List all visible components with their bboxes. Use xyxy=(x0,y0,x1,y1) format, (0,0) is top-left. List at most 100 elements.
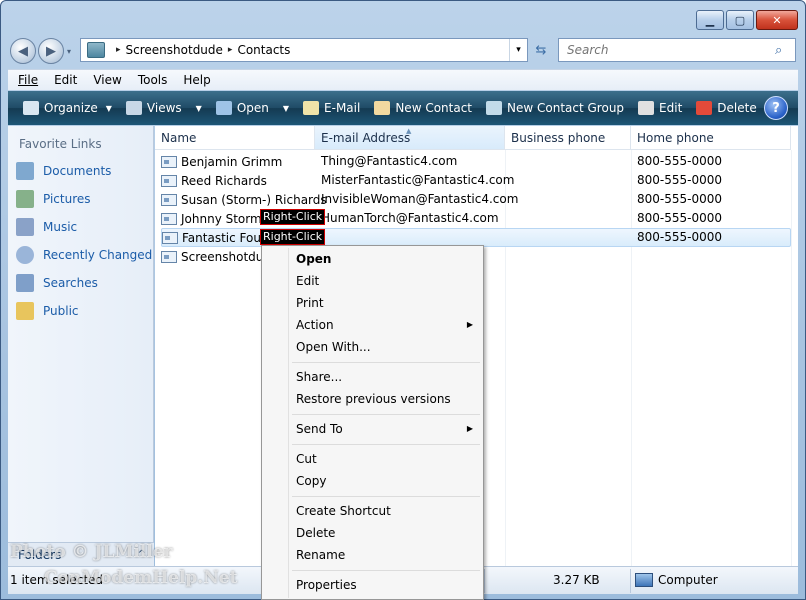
menu-item-print[interactable]: Print xyxy=(296,296,324,310)
column-header-home-phone[interactable]: Home phone xyxy=(631,126,791,150)
nav-link-label: Documents xyxy=(43,164,112,178)
menu-separator xyxy=(292,362,480,363)
forward-button[interactable]: ▶ xyxy=(38,38,64,64)
delete-button[interactable]: Delete xyxy=(689,91,763,125)
edit-label: Edit xyxy=(659,101,683,115)
menu-item-action[interactable]: Action xyxy=(296,318,334,332)
breadcrumb-separator-icon[interactable]: ▸ xyxy=(228,45,233,55)
contact-icon xyxy=(161,174,177,187)
new-contact-group-icon xyxy=(486,101,503,115)
computer-icon xyxy=(635,573,653,587)
views-icon xyxy=(125,101,142,115)
menu-edit[interactable]: Edit xyxy=(54,73,77,87)
nav-link-label: Searches xyxy=(43,276,98,290)
contact-name: Fantastic Four xyxy=(182,230,266,245)
address-dropdown-icon[interactable]: ▾ xyxy=(509,39,527,61)
status-divider xyxy=(484,569,485,593)
contact-icon xyxy=(161,212,177,225)
new-contact-group-label: New Contact Group xyxy=(507,101,625,115)
back-button[interactable]: ◀ xyxy=(10,38,36,64)
submenu-arrow-icon: ▶ xyxy=(466,424,473,433)
submenu-arrow-icon: ▶ xyxy=(466,320,473,329)
search-input[interactable] xyxy=(565,42,775,58)
edit-button[interactable]: Edit xyxy=(631,91,689,125)
help-icon: ? xyxy=(772,100,780,116)
nav-link-recently-changed[interactable]: Recently Changed xyxy=(16,246,152,264)
menu-item-cut[interactable]: Cut xyxy=(296,452,317,466)
menu-item-open[interactable]: Open xyxy=(296,252,331,266)
menu-item-open-with[interactable]: Open With... xyxy=(296,340,371,354)
menu-item-create-shortcut[interactable]: Create Shortcut xyxy=(296,504,391,518)
refresh-icon: ⇆ xyxy=(535,42,547,58)
nav-link-public[interactable]: Public xyxy=(16,302,79,320)
music-icon xyxy=(16,218,34,236)
contact-email: MisterFantastic@Fantastic4.com xyxy=(321,173,515,187)
email-label: E-Mail xyxy=(324,101,361,115)
maximize-button[interactable]: ▢ xyxy=(726,10,754,30)
new-contact-icon xyxy=(374,101,391,115)
menu-item-properties[interactable]: Properties xyxy=(296,578,357,592)
recently-changed-icon xyxy=(16,246,34,264)
contact-home-phone: 800-555-0000 xyxy=(637,230,723,244)
right-click-annotation: Right-Click xyxy=(260,209,326,225)
nav-link-searches[interactable]: Searches xyxy=(16,274,98,292)
nav-link-music[interactable]: Music xyxy=(16,218,77,236)
organize-button[interactable]: Organize ▼ xyxy=(16,91,119,125)
nav-link-pictures[interactable]: Pictures xyxy=(16,190,91,208)
contact-name: Reed Richards xyxy=(181,173,267,188)
minimize-button[interactable]: ▁ xyxy=(696,10,724,30)
column-divider xyxy=(791,150,792,566)
nav-link-label: Public xyxy=(43,304,79,318)
chevron-down-icon: ▼ xyxy=(282,103,290,113)
recent-pages-dropdown[interactable]: ▾ xyxy=(67,47,71,56)
menu-view[interactable]: View xyxy=(93,73,121,87)
menu-item-edit[interactable]: Edit xyxy=(296,274,319,288)
menu-item-rename[interactable]: Rename xyxy=(296,548,345,562)
navigation-pane: Favorite Links Documents Pictures Music … xyxy=(8,126,154,566)
address-bar[interactable]: ▸ Screenshotdude ▸ Contacts ▾ xyxy=(80,38,528,62)
nav-link-documents[interactable]: Documents xyxy=(16,162,111,180)
column-header-name[interactable]: Name xyxy=(155,126,315,150)
new-contact-button[interactable]: New Contact xyxy=(367,91,479,125)
menu-separator xyxy=(292,414,480,415)
new-contact-group-button[interactable]: New Contact Group xyxy=(479,91,631,125)
menu-tools[interactable]: Tools xyxy=(138,73,168,87)
menu-item-delete[interactable]: Delete xyxy=(296,526,335,540)
email-button[interactable]: E-Mail xyxy=(296,91,367,125)
close-button[interactable]: ✕ xyxy=(756,10,798,30)
contact-icon xyxy=(161,155,177,168)
breadcrumb-contacts[interactable]: Contacts xyxy=(237,43,290,57)
open-button[interactable]: Open ▼ xyxy=(209,91,296,125)
menu-file[interactable]: File xyxy=(18,73,38,87)
breadcrumb-screenshotdude[interactable]: Screenshotdude xyxy=(126,43,223,57)
contact-name: Benjamin Grimm xyxy=(181,154,283,169)
help-button[interactable]: ? xyxy=(764,96,788,120)
contact-name: Susan (Storm-) Richards xyxy=(181,192,327,207)
search-icon[interactable]: ⌕ xyxy=(775,43,795,58)
new-contact-label: New Contact xyxy=(395,101,473,115)
menu-separator xyxy=(292,570,480,571)
favorite-links-heading: Favorite Links xyxy=(19,137,102,151)
menu-item-restore-previous-versions[interactable]: Restore previous versions xyxy=(296,392,451,406)
watermark-text: Photo © JLMiller xyxy=(10,542,173,562)
breadcrumb-separator-icon[interactable]: ▸ xyxy=(116,45,121,55)
menu-item-copy[interactable]: Copy xyxy=(296,474,326,488)
location-label: Computer xyxy=(658,573,718,587)
delete-label: Delete xyxy=(717,101,757,115)
contacts-folder-icon xyxy=(87,42,105,58)
contact-home-phone: 800-555-0000 xyxy=(637,211,723,225)
contact-name: Johnny Storm xyxy=(181,211,262,226)
contact-home-phone: 800-555-0000 xyxy=(637,192,723,206)
column-header-business-phone[interactable]: Business phone xyxy=(505,126,631,150)
menu-help[interactable]: Help xyxy=(183,73,210,87)
search-box[interactable]: ⌕ xyxy=(558,38,796,62)
refresh-button[interactable]: ⇆ xyxy=(529,38,553,62)
nav-link-label: Pictures xyxy=(43,192,91,206)
chevron-down-icon: ▼ xyxy=(195,103,202,113)
contact-email: HumanTorch@Fantastic4.com xyxy=(321,211,499,225)
menu-item-share[interactable]: Share... xyxy=(296,370,342,384)
contact-icon xyxy=(161,193,177,206)
views-button[interactable]: Views ▼ xyxy=(119,91,209,125)
menu-item-send-to[interactable]: Send To xyxy=(296,422,343,436)
contact-email: InvisibleWoman@Fantastic4.com xyxy=(321,192,519,206)
